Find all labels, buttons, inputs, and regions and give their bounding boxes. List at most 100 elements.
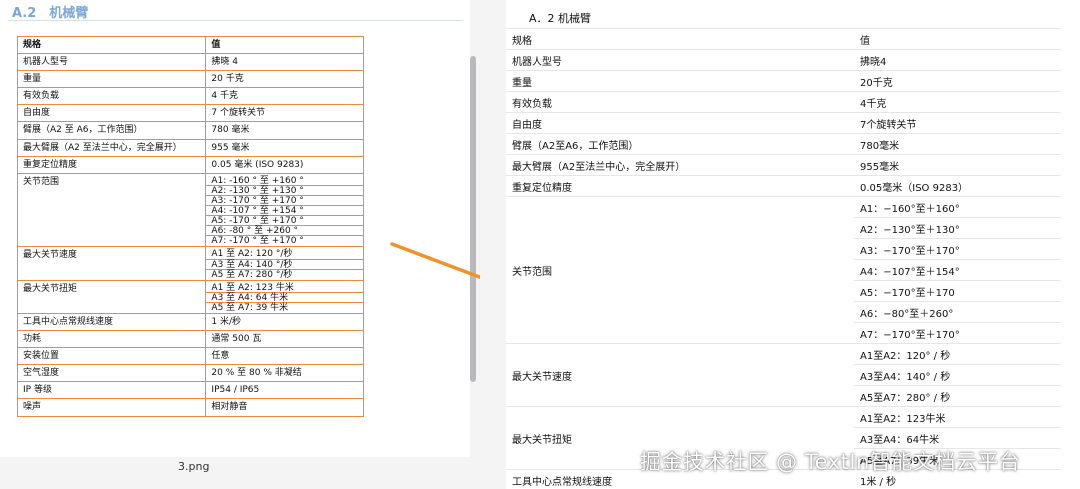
spec-key-cell: 关节范围 [16, 172, 207, 248]
spec-value-cell: 20 % 至 80 % 非凝结 [205, 364, 364, 383]
spec-key-cell: 重复定位精度 [16, 155, 207, 174]
table-row: 工具中心点常规线速度 1 米/秒 [16, 312, 364, 332]
spec-key-cell: 工具中心点常规线速度 [16, 312, 207, 332]
table-row: 功耗 通常 500 瓦 [16, 330, 364, 349]
source-heading: A.2 机械臂 [12, 6, 89, 21]
result-pane: A．2 机械臂 规格值机器人型号 拂晓4 重量 20千克 有效负载 4千克 自由度 7个旋转关… [480, 0, 1080, 489]
spec-key-cell: 有效负载 [506, 91, 854, 113]
spec-value-cell: 20 千克 [205, 70, 364, 89]
table-row: 最大关节扭矩 A1至A2：123牛米 [506, 406, 1061, 470]
table-row: 重量 20千克 [506, 70, 1061, 92]
spec-key-cell: 噪声 [16, 398, 207, 417]
spec-key-cell: 关节范围 [506, 196, 854, 344]
spec-value-cell: 7 个旋转关节 [205, 104, 364, 123]
spec-value-cell: 0.05毫米（ISO 9283） [854, 175, 1061, 197]
spec-value-line: A7: -170 ° 至 +170 ° [211, 236, 304, 247]
spec-value-cell: A1至A2：120° / 秒 [854, 343, 1061, 365]
spec-value-line: A3 至 A4: 64 牛米 [206, 293, 363, 303]
spec-key-cell: 功耗 [16, 330, 207, 349]
spec-value-cell: A2：−130°至＋130° [854, 217, 1061, 239]
table-row: 臂展（A2 至 A6，工作范围） 780 毫米 [16, 121, 364, 140]
spec-value-cell: A1至A2：123牛米 [854, 406, 1061, 428]
spec-value-cell: 0.05 毫米 (ISO 9283) [205, 155, 364, 174]
spec-value-cell: 1 米/秒 [205, 312, 364, 332]
header-value-cell: 值 [205, 35, 364, 55]
spec-value-cell: 4 千克 [205, 87, 364, 106]
result-heading: A．2 机械臂 [529, 12, 592, 25]
spec-value-cell: 780毫米 [854, 133, 1061, 155]
table-row: 最大关节扭矩 A1 至 A2: 123 牛米 A3 至 A4: 64 牛米 A5 至 … [16, 279, 364, 314]
spec-key-cell: 安装位置 [16, 347, 207, 366]
spec-key-cell: 有效负载 [16, 87, 207, 106]
table-row: 机器人型号 拂晓4 [506, 49, 1061, 71]
spec-value-cell: A7：−170°至＋170° [854, 322, 1061, 344]
spec-value-line: A5 至 A7: 280 °/秒 [211, 269, 293, 280]
spec-key-cell: 重量 [16, 70, 207, 89]
spec-value-line: A3 至 A4: 140 °/秒 [206, 260, 363, 270]
table-row: 自由度 7个旋转关节 [506, 112, 1061, 134]
spec-key-cell: 重复定位精度 [506, 175, 854, 197]
spec-value-cell: A1 至 A2: 123 牛米 A3 至 A4: 64 牛米 A5 至 A7: 39… [205, 279, 364, 314]
table-row: 关节范围 A1: -160 ° 至 +160 ° A2: -130 ° 至 +130… [16, 172, 364, 248]
spec-value-cell: A6：−80°至＋260° [854, 301, 1061, 323]
table-row: 安装位置 任意 [16, 347, 364, 366]
table-header-row: 规格值 [506, 28, 1061, 50]
spec-value-line: A3: -170 ° 至 +170 ° [206, 196, 363, 207]
spec-value-cell: 955 毫米 [205, 138, 364, 157]
watermark: 掘金技术社区 @ TextIn智能文档云平台 [640, 450, 1021, 474]
spec-value-line: A1: -160 ° 至 +160 ° [206, 176, 363, 186]
spec-value-cell: A1：−160°至＋160° [854, 196, 1061, 218]
spec-key-cell: 自由度 [506, 112, 854, 134]
spec-key-cell: 空气湿度 [16, 364, 207, 383]
spec-value-line: A1 至 A2: 123 牛米 [206, 283, 363, 293]
table-row: 重复定位精度 0.05 毫米 (ISO 9283) [16, 155, 364, 174]
spec-value-cell: A5至A7：280° / 秒 [854, 385, 1061, 407]
table-row: 最大臂展（A2 至法兰中心，完全展开） 955 毫米 [16, 138, 364, 157]
spec-value-cell: 任意 [205, 347, 364, 366]
spec-value-cell: A5：−170°至＋170 [854, 280, 1061, 302]
table-row: 最大关节速度 A1至A2：120° / 秒 [506, 343, 1061, 407]
table-row: 有效负载 4 千克 [16, 87, 364, 106]
result-page: A．2 机械臂 规格值机器人型号 拂晓4 重量 20千克 有效负载 4千克 自由度 7个旋转关… [506, 0, 1080, 489]
header-value-cell: 值 [854, 28, 1061, 50]
source-page: A.2 机械臂 规格值机器人型号 拂晓 4 重量 20 千克 有效负载 4 千克 自由度 7 … [0, 0, 470, 457]
source-spec-table: 规格值机器人型号 拂晓 4 重量 20 千克 有效负载 4 千克 自由度 7 个旋转关节 臂展（… [16, 35, 364, 417]
spec-key-cell: 最大臂展（A2至法兰中心，完全展开） [506, 154, 854, 176]
spec-key-cell: 自由度 [16, 104, 207, 123]
table-row: 最大臂展（A2至法兰中心，完全展开） 955毫米 [506, 154, 1061, 176]
spec-value-line: A1 至 A2: 120 °/秒 [206, 249, 363, 260]
spec-value-line: A5: -170 ° 至 +170 ° [206, 216, 363, 227]
spec-key-cell: 最大关节扭矩 [16, 279, 207, 314]
header-key-cell: 规格 [506, 28, 854, 50]
spec-value-cell: 955毫米 [854, 154, 1061, 176]
table-row: 最大关节速度 A1 至 A2: 120 °/秒 A3 至 A4: 140 °/秒 A5… [16, 246, 364, 281]
spec-value-cell: A3：−170°至＋170° [854, 238, 1061, 260]
table-row: 机器人型号 拂晓 4 [16, 53, 364, 72]
spec-key-cell: 臂展（A2 至 A6，工作范围） [16, 121, 207, 140]
table-row: 空气湿度 20 % 至 80 % 非凝结 [16, 364, 364, 383]
heading-rule [8, 20, 463, 21]
spec-value-cell: A3至A4：140° / 秒 [854, 364, 1061, 386]
spec-value-cell: 20千克 [854, 70, 1061, 92]
spec-value-cell: A1: -160 ° 至 +160 ° A2: -130 ° 至 +130 ° A3… [205, 172, 364, 248]
spec-value-line: A4: -107 ° 至 +154 ° [206, 206, 363, 217]
spec-value-cell: 拂晓 4 [205, 53, 364, 72]
table-row: 臂展（A2至A6，工作范围） 780毫米 [506, 133, 1061, 155]
spec-key-cell: 最大关节速度 [506, 343, 854, 407]
spec-key-cell: 最大关节速度 [16, 246, 207, 281]
spec-key-cell: 机器人型号 [506, 49, 854, 71]
source-caption: 3.png [178, 460, 210, 473]
table-row: 重量 20 千克 [16, 70, 364, 89]
source-scrollbar[interactable] [470, 56, 476, 382]
spec-key-cell: 臂展（A2至A6，工作范围） [506, 133, 854, 155]
spec-value-cell: 相对静音 [205, 398, 364, 417]
header-key-cell: 规格 [16, 35, 207, 55]
spec-value-cell: A4：−107°至＋154° [854, 259, 1061, 281]
spec-value-cell: 7个旋转关节 [854, 112, 1061, 134]
spec-value-cell: 780 毫米 [205, 121, 364, 140]
table-row: 关节范围 A1：−160°至＋160° [506, 196, 1061, 344]
spec-value-cell: 拂晓4 [854, 49, 1061, 71]
spec-value-cell: 通常 500 瓦 [205, 330, 364, 349]
spec-value-line: A5 至 A7: 39 牛米 [211, 302, 289, 313]
spec-value-line: A6: -80 ° 至 +260 ° [206, 226, 363, 237]
